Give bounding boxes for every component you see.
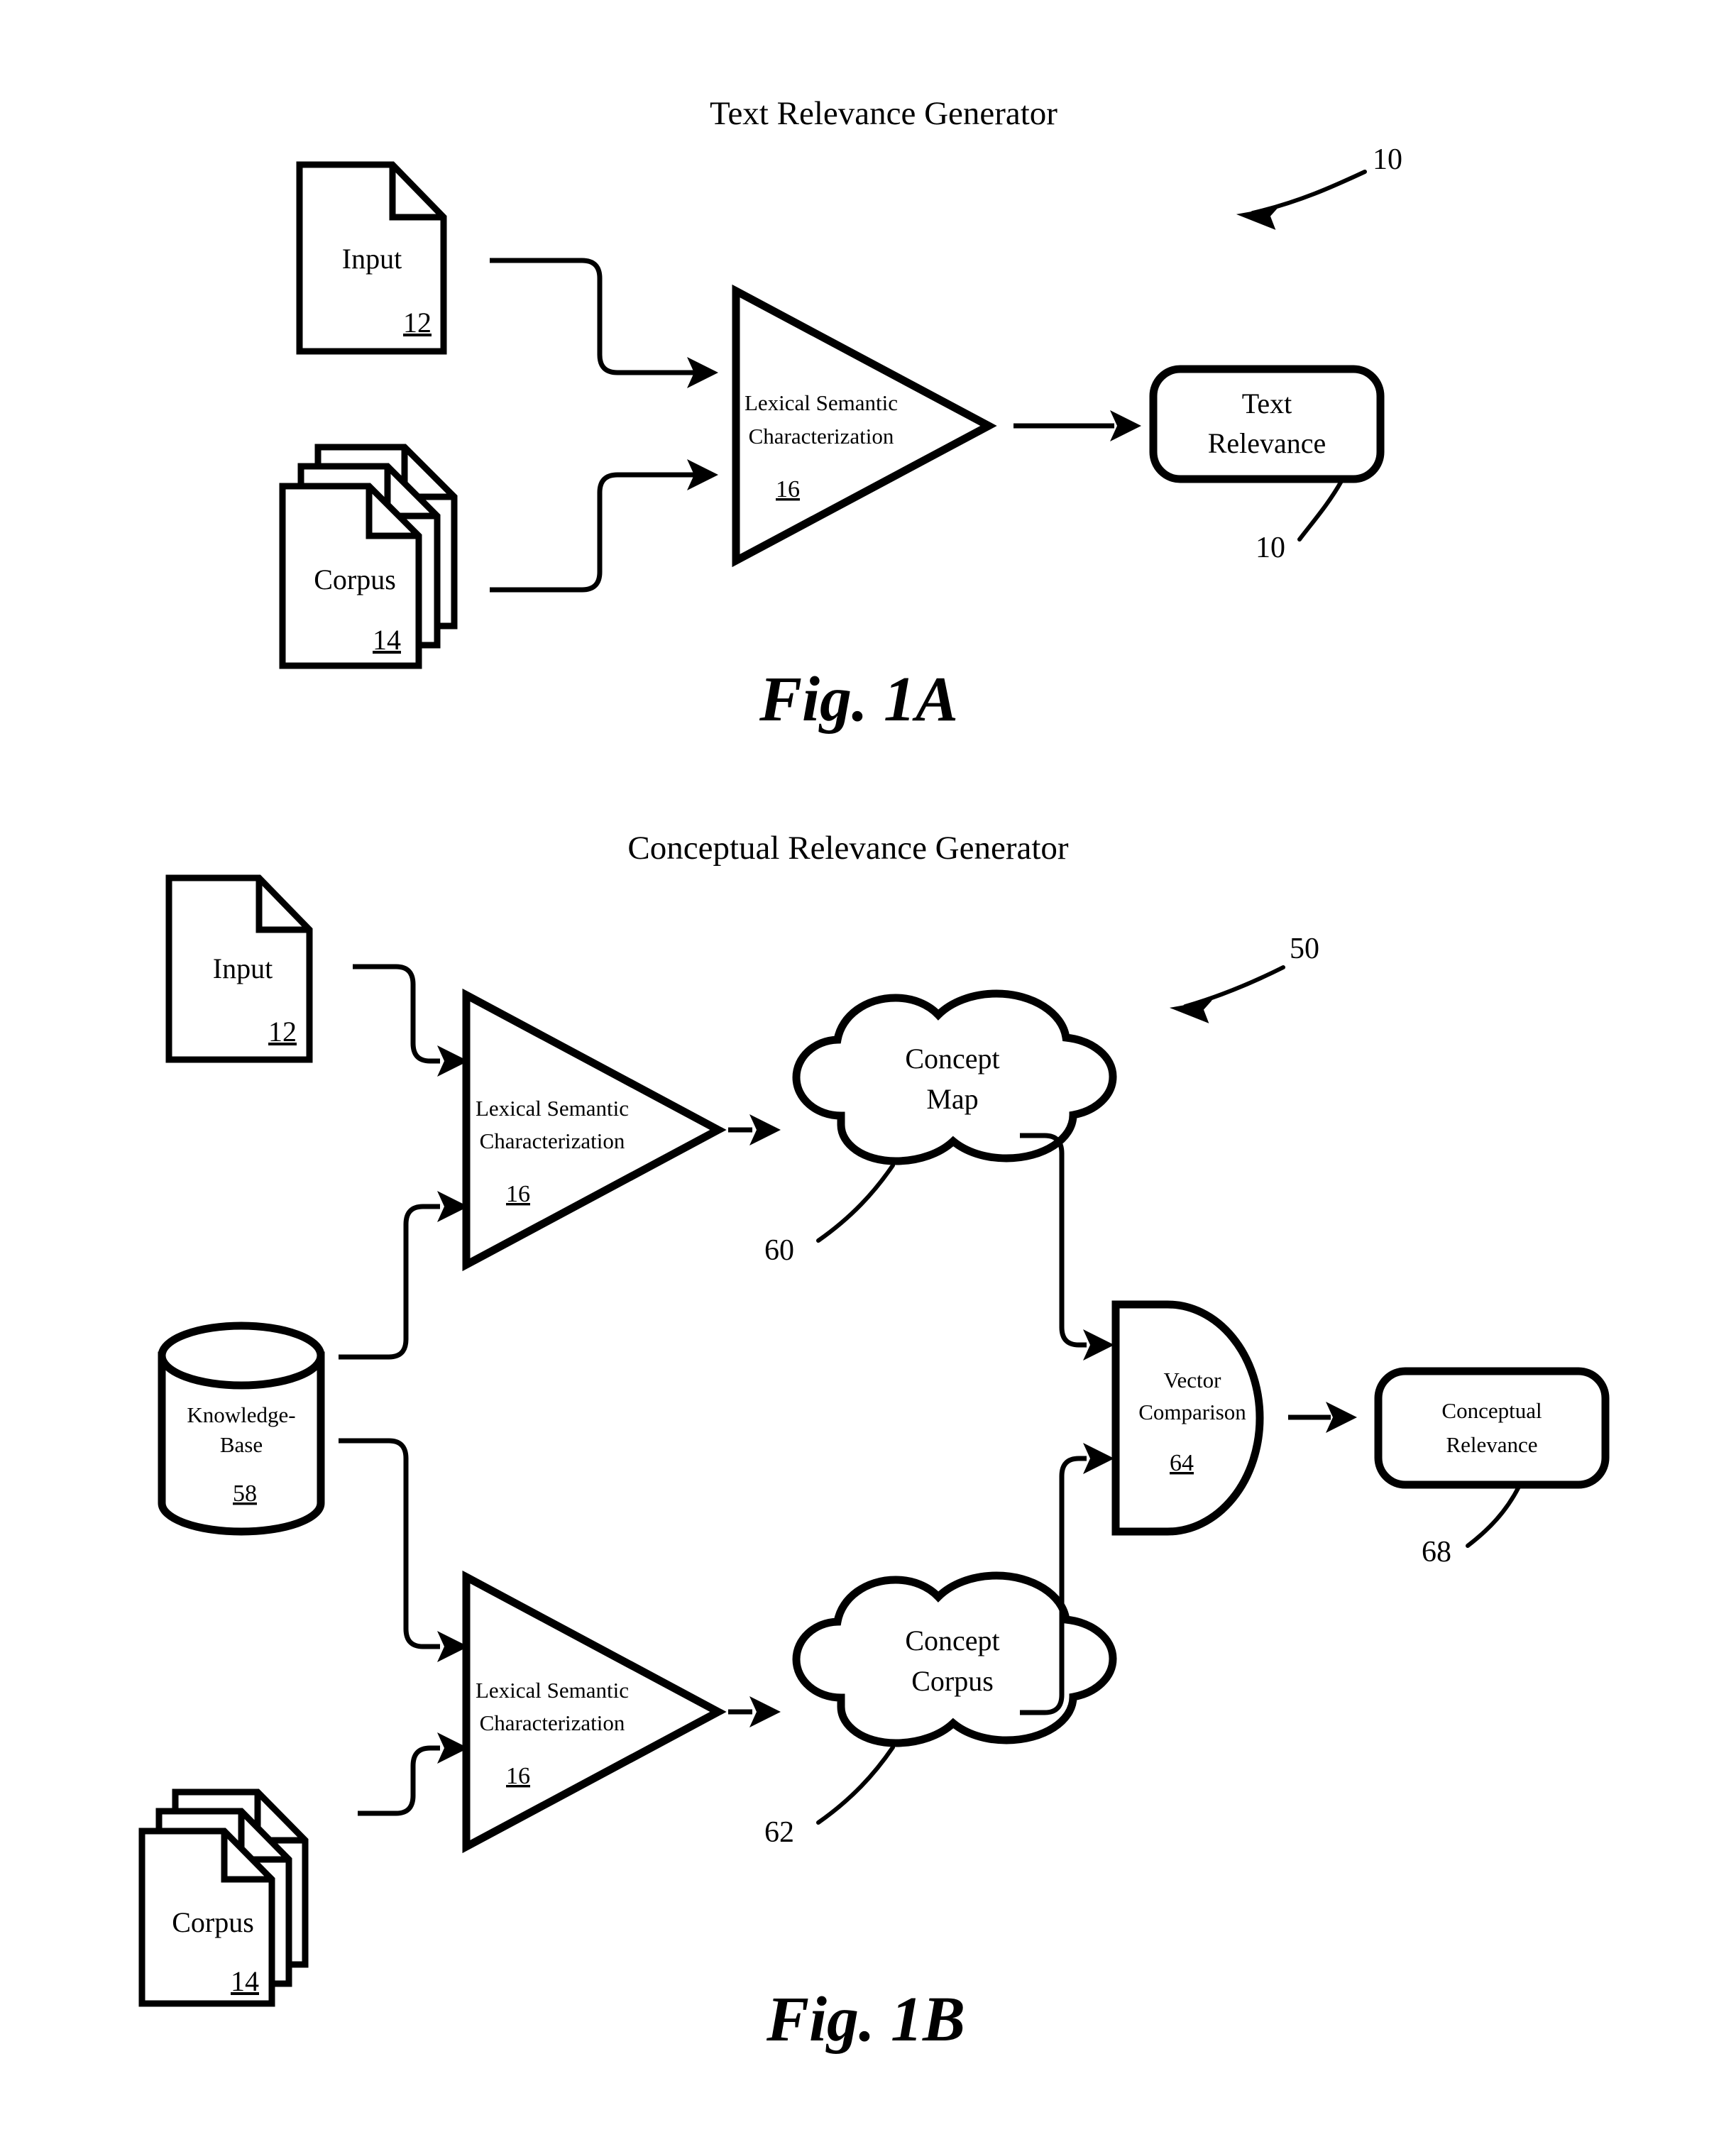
- fig-1b-overall-ref-label: 50: [1290, 933, 1319, 965]
- fig-1b-output-label-line2: Relevance: [1446, 1432, 1537, 1457]
- fig-1a-edge-processor-to-output: [1013, 410, 1141, 441]
- fig-1a-input-node[interactable]: Input 12: [296, 161, 447, 355]
- fig-1b-output-node[interactable]: Conceptual Relevance 68: [1374, 1367, 1610, 1568]
- fig-1b-processor-bottom-label-line2: Characterization: [480, 1710, 625, 1735]
- fig-1a-edge-input-to-processor: [490, 258, 718, 388]
- rounded-rect-icon: [1374, 1367, 1610, 1489]
- fig-1a-output-label-line1: Text: [1242, 388, 1292, 419]
- fig-1a-processor-node[interactable]: Lexical Semantic Characterization 16: [732, 284, 997, 568]
- fig-1b-edge-processor-top-to-concept-map: [728, 1114, 781, 1145]
- fig-1a-processor-label-line2: Characterization: [749, 424, 894, 449]
- fig-1b-group: Conceptual Relevance Generator 50 Input …: [138, 830, 1610, 2055]
- fig-1b-processor-top-node[interactable]: Lexical Semantic Characterization 16: [462, 988, 727, 1272]
- fig-1b-edge-input-to-processor-top: [353, 964, 468, 1077]
- fig-1a-overall-ref-label: 10: [1373, 143, 1402, 176]
- fig-1b-input-label: Input: [213, 952, 273, 984]
- fig-1a-title: Text Relevance Generator: [710, 95, 1057, 132]
- fig-1a-output-label-line2: Relevance: [1208, 427, 1326, 459]
- fig-1b-edge-corpus-to-processor-bottom: [358, 1732, 468, 1816]
- fig-1b-caption: Fig. 1B: [766, 1984, 965, 2055]
- fig-1b-overall-ref-callout: 50: [1169, 933, 1319, 1023]
- patent-figure-sheet: Text Relevance Generator 10 Input 12 Cor…: [0, 0, 1736, 2154]
- fig-1b-edge-vector-comparison-to-output: [1288, 1402, 1357, 1433]
- fig-1b-output-ref: 68: [1422, 1536, 1451, 1568]
- fig-1b-title: Conceptual Relevance Generator: [627, 830, 1068, 867]
- fig-1a-group: Text Relevance Generator 10 Input 12 Cor…: [279, 95, 1402, 735]
- fig-1b-corpus-node[interactable]: Corpus 14: [138, 1788, 309, 2007]
- fig-1b-output-label-line1: Conceptual: [1441, 1398, 1542, 1423]
- fig-1b-corpus-label: Corpus: [172, 1906, 254, 1938]
- cloud-icon: [792, 1571, 1117, 1747]
- fig-1a-input-ref: 12: [403, 307, 432, 339]
- fig-1b-concept-corpus-ref: 62: [764, 1816, 794, 1849]
- fig-1a-processor-ref: 16: [776, 476, 800, 502]
- fig-1b-processor-top-label-line2: Characterization: [480, 1128, 625, 1153]
- fig-1b-edge-concept-map-to-vector-comparison: [1020, 1133, 1114, 1361]
- fig-1b-concept-map-ref: 60: [764, 1234, 794, 1267]
- fig-1b-vector-comparison-ref: 64: [1170, 1450, 1194, 1476]
- fig-1b-processor-top-label-line1: Lexical Semantic: [476, 1096, 629, 1121]
- fig-1b-input-ref: 12: [268, 1016, 297, 1048]
- fig-1b-processor-bottom-label-line1: Lexical Semantic: [476, 1678, 629, 1703]
- fig-1b-concept-corpus-label-line2: Corpus: [911, 1665, 994, 1697]
- fig-1b-edge-processor-bottom-to-concept-corpus: [728, 1696, 781, 1727]
- fig-1b-knowledge-base-ref: 58: [233, 1480, 257, 1507]
- fig-1b-vector-comparison-node[interactable]: Vector Comparison 64: [1111, 1300, 1264, 1536]
- fig-1b-input-node[interactable]: Input 12: [165, 874, 313, 1063]
- cylinder-top-icon: [158, 1321, 325, 1390]
- fig-1b-concept-map-label-line2: Map: [926, 1083, 978, 1115]
- fig-1a-overall-ref-callout: 10: [1236, 143, 1402, 230]
- fig-1a-input-label: Input: [342, 243, 402, 275]
- fig-1b-knowledge-base-node[interactable]: Knowledge- Base 58: [158, 1321, 325, 1536]
- fig-1b-corpus-ref: 14: [231, 1965, 259, 1997]
- fig-1b-knowledge-base-label-line1: Knowledge-: [187, 1402, 295, 1427]
- fig-1a-output-node[interactable]: Text Relevance 10: [1149, 365, 1385, 564]
- fig-1a-corpus-label: Corpus: [314, 564, 396, 595]
- fig-1a-processor-label-line1: Lexical Semantic: [745, 390, 898, 415]
- fig-1b-processor-bottom-ref: 16: [506, 1763, 530, 1789]
- fig-1a-output-ref: 10: [1256, 532, 1285, 564]
- fig-1b-concept-map-label-line1: Concept: [905, 1043, 999, 1075]
- fig-1b-vector-comparison-label-line1: Vector: [1164, 1368, 1222, 1392]
- fig-1a-corpus-ref: 14: [373, 624, 401, 656]
- fig-1b-vector-comparison-label-line2: Comparison: [1138, 1400, 1246, 1424]
- fig-1a-edge-corpus-to-processor: [490, 459, 718, 593]
- fig-1b-concept-corpus-label-line1: Concept: [905, 1625, 999, 1656]
- cloud-icon: [792, 989, 1117, 1165]
- fig-1b-edge-kb-to-processor-bottom: [339, 1438, 468, 1662]
- fig-1b-processor-bottom-node[interactable]: Lexical Semantic Characterization 16: [462, 1570, 727, 1854]
- rounded-rect-icon: [1149, 365, 1385, 483]
- fig-1b-processor-top-ref: 16: [506, 1181, 530, 1207]
- fig-1b-edge-kb-to-processor-top: [339, 1191, 468, 1360]
- fig-1b-knowledge-base-label-line2: Base: [220, 1432, 263, 1457]
- fig-1a-corpus-node[interactable]: Corpus 14: [279, 444, 458, 669]
- fig-1a-caption: Fig. 1A: [759, 664, 958, 735]
